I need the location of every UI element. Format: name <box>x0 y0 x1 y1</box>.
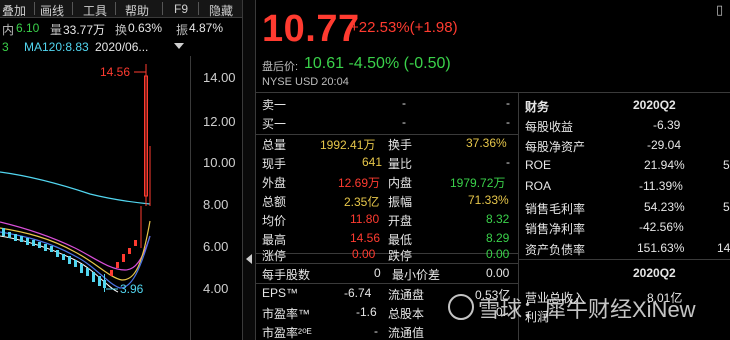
info-amount-label: 量 <box>50 23 63 37</box>
info-turnover-label: 换 <box>115 23 128 37</box>
y-tick-14: 14.00 <box>203 70 236 85</box>
y-tick-8: 8.00 <box>203 197 229 212</box>
info-amount: 33.77万 <box>63 23 106 37</box>
snowball-logo-icon <box>448 294 474 320</box>
candlestick-chart <box>0 64 151 293</box>
menu-tools[interactable]: 工具 <box>83 2 107 19</box>
list-item: ROA -11.39% <box>525 179 683 193</box>
info-amplitude: 4.87% <box>189 21 224 35</box>
price-axis: 14.00 12.00 10.00 8.00 6.00 4.00 <box>190 56 242 340</box>
after-hours-value: 10.61 -4.50% (-0.50) <box>304 55 451 72</box>
info-price: 6.10 <box>16 21 40 35</box>
y-tick-12: 12.00 <box>203 114 236 129</box>
collapse-arrow-icon[interactable] <box>246 254 252 264</box>
menu-help[interactable]: 帮助 <box>125 2 149 19</box>
pane-divider[interactable] <box>242 0 256 340</box>
list-item: 销售净利率 -42.56% <box>525 220 684 236</box>
candle-group <box>2 64 151 292</box>
price-change: +22.53%(+1.98) <box>350 19 458 36</box>
chevron-down-icon[interactable] <box>174 43 184 49</box>
table-row: 总额 2.35亿 振幅 71.33% <box>262 193 509 209</box>
clipped-glyph-icon: ▯ <box>716 2 724 17</box>
menu-f9[interactable]: F9 <box>174 2 188 16</box>
info-amplitude-label: 振 <box>176 23 189 37</box>
chart-pane[interactable]: 叠加 画线 工具 帮助 F9 隐藏 内 6.10 量 33.77万 换 0.63… <box>0 0 242 340</box>
table-row: 外盘 12.69万 内盘 1979.72万 <box>262 176 506 190</box>
y-tick-6: 6.00 <box>203 239 229 254</box>
list-item: 每股净资产 -29.04 <box>525 138 682 154</box>
info-prefix: 内 <box>2 23 15 37</box>
price-chart[interactable]: 14.56 3.96 <box>0 56 190 340</box>
table-row: 每手股数 0 最小价差 0.00 <box>262 266 510 282</box>
chart-info-row: 内 6.10 量 33.77万 换 0.63% 振 4.87% <box>0 19 242 37</box>
chart-high-label: 14.56 <box>100 65 131 79</box>
finance-header-2: 2020Q2 <box>519 263 730 283</box>
finance-period-2: 2020Q2 <box>633 266 676 280</box>
ma-prefix: 3 <box>2 40 9 54</box>
chart-low-label: 3.96 <box>120 282 144 296</box>
list-item: 资产负债率 151.63% 14 <box>525 241 730 257</box>
menu-draw-line[interactable]: 画线 <box>40 2 64 19</box>
list-item: 销售毛利率 54.23% 5 <box>525 200 730 216</box>
table-row: 涨停 0.00 跌停 0.00 <box>262 247 510 263</box>
chart-date: 2020/06... <box>95 40 149 54</box>
table-row: 卖一 - - <box>262 96 510 112</box>
list-item: 每股收益 -6.39 <box>525 118 681 134</box>
menu-hide[interactable]: 隐藏 <box>209 2 233 19</box>
table-row: 现手 641 量比 - <box>262 155 510 171</box>
info-turnover: 0.63% <box>128 21 163 35</box>
finance-period: 2020Q2 <box>633 98 676 112</box>
watermark-text: 雪球：犀牛财经XiNew <box>478 297 696 322</box>
after-hours-label: 盘后价: <box>262 61 299 73</box>
y-tick-4: 4.00 <box>203 281 229 296</box>
menu-overlay[interactable]: 叠加 <box>2 2 26 19</box>
finance-header: 财务 2020Q2 <box>519 95 730 115</box>
table-row: 总量 1992.41万 换手 37.36% <box>262 136 507 152</box>
y-tick-10: 10.00 <box>203 155 236 170</box>
last-price: 10.77 <box>262 8 360 50</box>
finance-title: 财务 <box>525 100 550 114</box>
chart-menu-bar: 叠加 画线 工具 帮助 F9 隐藏 <box>0 0 242 18</box>
list-item: ROE 21.94% 5 <box>525 158 730 172</box>
exchange-info: NYSE USD 20:04 <box>262 76 349 88</box>
ma120-label: MA120:8.83 <box>24 40 89 54</box>
quote-header: 10.77 +22.53%(+1.98) 盘后价: 10.61 -4.50% (… <box>256 0 730 92</box>
ma-legend-row: 3 MA120:8.83 2020/06... <box>0 38 242 56</box>
table-row: 均价 11.80 开盘 8.32 <box>262 212 510 228</box>
table-row: 买一 - - <box>262 115 510 131</box>
